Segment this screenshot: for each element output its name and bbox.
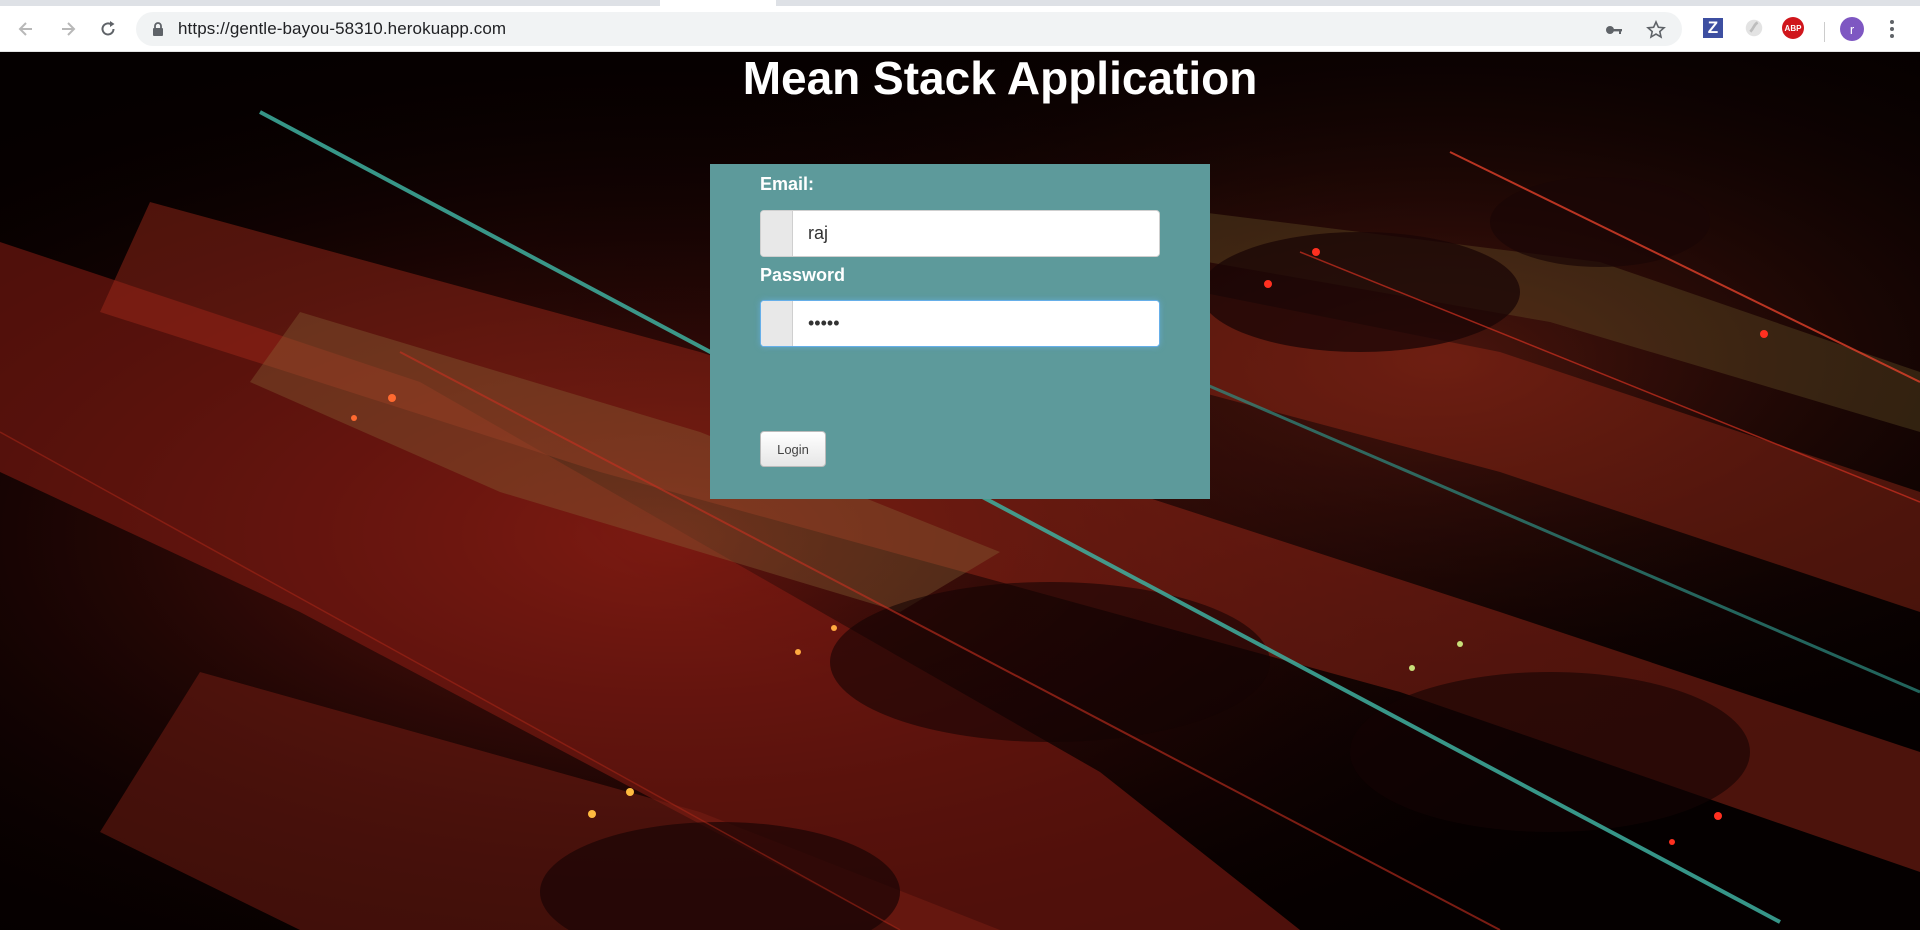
url-text[interactable]: https://gentle-bayou-58310.herokuapp.com <box>178 12 506 46</box>
back-button[interactable] <box>12 15 40 43</box>
forward-button[interactable] <box>54 15 82 43</box>
bottom-strip <box>0 930 1920 938</box>
email-addon <box>761 211 793 256</box>
page-viewport: Mean Stack Application Email: Password L… <box>0 52 1920 930</box>
browser-toolbar: https://gentle-bayou-58310.herokuapp.com… <box>0 6 1920 52</box>
email-input-group <box>760 210 1160 257</box>
star-icon[interactable] <box>1646 20 1666 40</box>
arrow-right-icon <box>62 22 76 36</box>
adblock-icon[interactable]: ABP <box>1782 17 1804 39</box>
page-title-text: Mean Stack Application <box>742 52 1258 104</box>
zotero-icon[interactable]: Z <box>1703 18 1723 38</box>
email-field[interactable] <box>793 211 1159 256</box>
lock-icon <box>153 22 163 36</box>
password-label: Password <box>760 265 846 285</box>
address-bar[interactable]: https://gentle-bayou-58310.herokuapp.com <box>136 12 1682 46</box>
browser-menu-icon[interactable] <box>1880 17 1904 41</box>
login-form: Email: Password Login <box>710 164 1210 499</box>
profile-avatar[interactable]: r <box>1840 17 1864 41</box>
password-field[interactable] <box>793 301 1159 346</box>
email-label: Email: <box>760 174 815 194</box>
password-input-group <box>760 300 1160 347</box>
extension-icon[interactable] <box>1742 16 1766 40</box>
password-addon <box>761 301 793 346</box>
reload-icon <box>101 21 115 36</box>
login-button[interactable]: Login <box>760 431 826 467</box>
toolbar-divider <box>1824 22 1825 42</box>
arrow-left-icon <box>18 22 32 36</box>
reload-button[interactable] <box>94 15 122 43</box>
page-title: Mean Stack Application <box>0 54 1920 102</box>
key-icon[interactable] <box>1604 20 1624 40</box>
